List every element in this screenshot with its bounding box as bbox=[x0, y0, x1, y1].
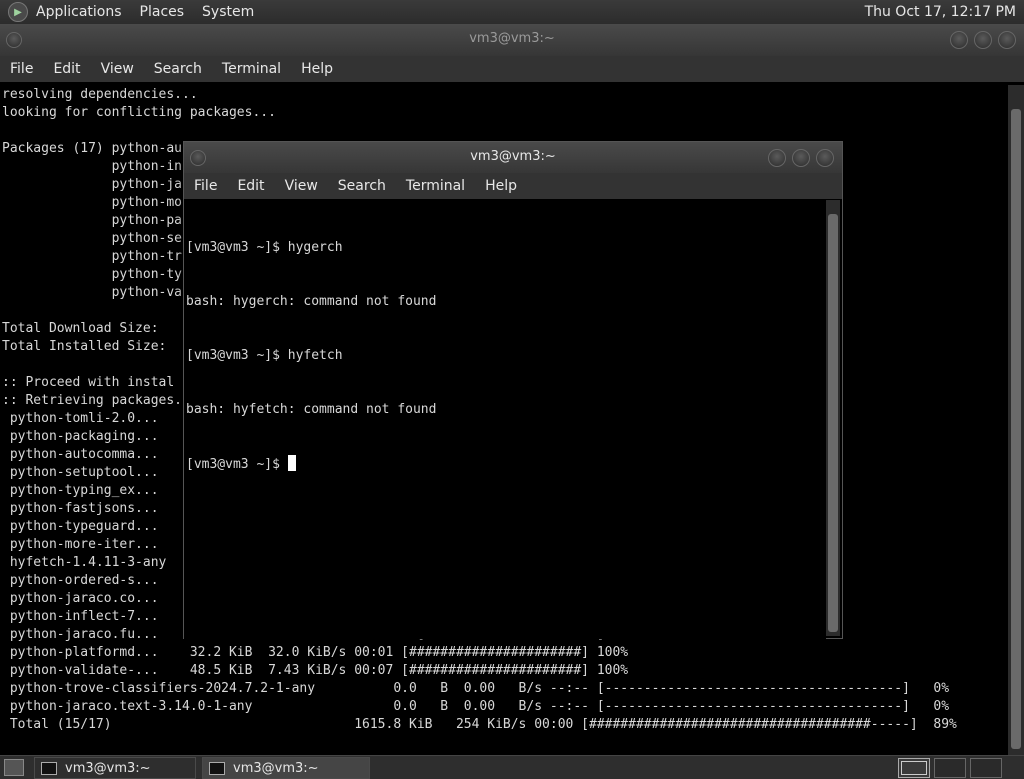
back-window-menubar: File Edit View Search Terminal Help bbox=[0, 56, 1024, 82]
terminal-line: python-validate-... 48.5 KiB 7.43 KiB/s … bbox=[2, 663, 629, 678]
window-menu-icon[interactable] bbox=[6, 32, 22, 48]
menu-file[interactable]: File bbox=[10, 61, 33, 77]
workspace-switcher-icon[interactable] bbox=[970, 758, 1002, 778]
workspace-switcher-icon[interactable] bbox=[898, 758, 930, 778]
menu-help[interactable]: Help bbox=[301, 61, 333, 77]
front-scroll-thumb[interactable] bbox=[828, 214, 838, 632]
front-window-menubar: File Edit View Search Terminal Help bbox=[184, 173, 842, 199]
terminal-line: resolving dependencies... bbox=[2, 87, 198, 102]
workspace-switcher-icon[interactable] bbox=[934, 758, 966, 778]
taskbar-item-label: vm3@vm3:~ bbox=[65, 760, 151, 776]
close-icon[interactable] bbox=[998, 31, 1016, 49]
front-window-title: vm3@vm3:~ bbox=[470, 149, 556, 164]
menu-file[interactable]: File bbox=[194, 178, 217, 194]
terminal-line: looking for conflicting packages... bbox=[2, 105, 276, 120]
back-window-title: vm3@vm3:~ bbox=[469, 31, 555, 46]
menu-search[interactable]: Search bbox=[154, 61, 202, 77]
bottom-taskbar: vm3@vm3:~ vm3@vm3:~ bbox=[0, 755, 1024, 779]
maximize-icon[interactable] bbox=[974, 31, 992, 49]
terminal-icon bbox=[41, 761, 57, 775]
places-menu[interactable]: Places bbox=[140, 4, 185, 20]
menu-edit[interactable]: Edit bbox=[237, 178, 264, 194]
show-desktop-icon[interactable] bbox=[4, 759, 24, 776]
back-scroll-thumb[interactable] bbox=[1011, 109, 1021, 749]
taskbar-item-terminal-2[interactable]: vm3@vm3:~ bbox=[202, 757, 370, 779]
menu-help[interactable]: Help bbox=[485, 178, 517, 194]
back-terminal-scrollbar[interactable] bbox=[1008, 85, 1024, 755]
applications-logo-icon[interactable]: ▶ bbox=[8, 2, 28, 22]
front-terminal-scrollbar[interactable] bbox=[826, 200, 840, 636]
window-menu-icon[interactable] bbox=[190, 150, 206, 166]
taskbar-item-label: vm3@vm3:~ bbox=[233, 760, 319, 776]
prompt-text: [vm3@vm3 ~]$ bbox=[186, 457, 288, 472]
menu-search[interactable]: Search bbox=[338, 178, 386, 194]
terminal-line: Total (15/17) 1615.8 KiB 254 KiB/s 00:00… bbox=[2, 717, 957, 732]
terminal-line: python-platformd... 32.2 KiB 32.0 KiB/s … bbox=[2, 645, 629, 660]
minimize-icon[interactable] bbox=[768, 149, 786, 167]
back-window-titlebar[interactable]: vm3@vm3:~ bbox=[0, 24, 1024, 56]
terminal-line: bash: hygerch: command not found bbox=[186, 294, 437, 309]
terminal-line: python-trove-classifiers-2024.7.2-1-any … bbox=[2, 681, 950, 696]
maximize-icon[interactable] bbox=[792, 149, 810, 167]
minimize-icon[interactable] bbox=[950, 31, 968, 49]
front-window-titlebar[interactable]: vm3@vm3:~ bbox=[184, 142, 842, 174]
taskbar-item-terminal-1[interactable]: vm3@vm3:~ bbox=[34, 757, 196, 779]
menu-view[interactable]: View bbox=[101, 61, 134, 77]
menu-edit[interactable]: Edit bbox=[53, 61, 80, 77]
terminal-icon bbox=[209, 761, 225, 775]
front-terminal-output[interactable]: [vm3@vm3 ~]$ hygerch bash: hygerch: comm… bbox=[184, 200, 826, 639]
terminal-line: [vm3@vm3 ~]$ hygerch bbox=[186, 240, 343, 255]
top-panel: ▶ Applications Places System Thu Oct 17,… bbox=[0, 0, 1024, 24]
menu-view[interactable]: View bbox=[285, 178, 318, 194]
menu-terminal[interactable]: Terminal bbox=[222, 61, 281, 77]
system-menu[interactable]: System bbox=[202, 4, 254, 20]
panel-clock[interactable]: Thu Oct 17, 12:17 PM bbox=[865, 4, 1016, 20]
terminal-line: [vm3@vm3 ~]$ hyfetch bbox=[186, 348, 343, 363]
menu-terminal[interactable]: Terminal bbox=[406, 178, 465, 194]
terminal-line: bash: hyfetch: command not found bbox=[186, 402, 437, 417]
text-cursor bbox=[287, 455, 296, 471]
prompt-line: [vm3@vm3 ~]$ bbox=[186, 455, 826, 474]
close-icon[interactable] bbox=[816, 149, 834, 167]
front-terminal-window: vm3@vm3:~ File Edit View Search Terminal… bbox=[183, 141, 843, 639]
terminal-line: python-jaraco.text-3.14.0-1-any 0.0 B 0.… bbox=[2, 699, 950, 714]
applications-menu[interactable]: Applications bbox=[36, 4, 122, 20]
